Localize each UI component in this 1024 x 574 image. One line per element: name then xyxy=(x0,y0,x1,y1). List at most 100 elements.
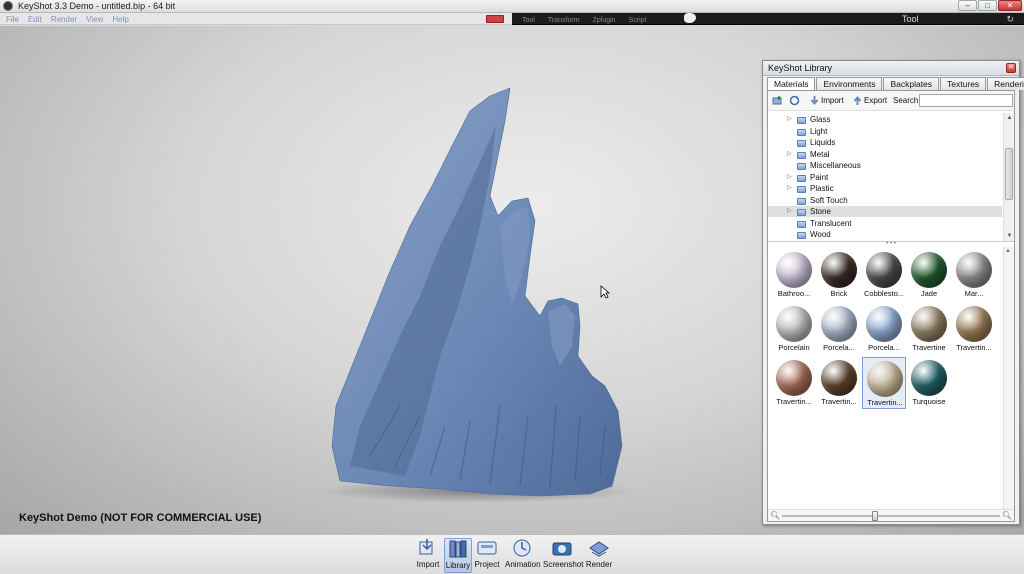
background-menu-strip: File Edit Render View Help xyxy=(0,13,512,25)
tab-backplates[interactable]: Backplates xyxy=(883,77,940,90)
material-label: Porcela... xyxy=(823,343,855,352)
menu-item-edit[interactable]: Edit xyxy=(28,14,42,26)
import-button[interactable]: Import xyxy=(416,538,440,573)
screenshot-button[interactable]: Screenshot xyxy=(543,538,583,573)
tab-environments[interactable]: Environments xyxy=(816,77,883,90)
tab-textures[interactable]: Textures xyxy=(940,77,987,90)
library-toolbar: Import Export Search: xyxy=(768,91,1014,111)
keyshot-logo-icon xyxy=(3,1,13,11)
project-button[interactable]: Project xyxy=(474,538,500,573)
material-thumbnail[interactable]: Travertin... xyxy=(862,357,906,409)
menu-item-file[interactable]: File xyxy=(6,14,19,26)
expand-arrow-icon[interactable]: ▷ xyxy=(787,206,792,217)
add-folder-icon[interactable] xyxy=(772,95,783,106)
material-preview-sphere xyxy=(821,360,857,396)
tree-item-miscellaneous[interactable]: Miscellaneous xyxy=(768,160,1002,171)
tree-item-metal[interactable]: ▷ Metal xyxy=(768,149,1002,160)
tree-item-stone[interactable]: ▷ Stone xyxy=(768,206,1002,217)
material-thumbnail[interactable]: Travertin... xyxy=(817,357,861,409)
library-close-button[interactable]: ✕ xyxy=(1006,63,1016,73)
thumbnails-scrollbar[interactable]: ▲ xyxy=(1003,247,1014,509)
tree-item-label: Glass xyxy=(810,115,831,124)
material-thumbnail[interactable]: Cobblesto... xyxy=(862,249,906,301)
tree-item-light[interactable]: Light xyxy=(768,126,1002,137)
material-label: Travertin... xyxy=(776,397,812,406)
import-arrow-icon[interactable] xyxy=(809,95,820,106)
library-title-bar[interactable]: KeyShot Library ✕ xyxy=(763,61,1019,76)
expand-arrow-icon[interactable]: ▷ xyxy=(787,114,792,125)
tab-materials[interactable]: Materials xyxy=(767,77,816,91)
thumbs-scroll-up-icon[interactable]: ▲ xyxy=(1005,248,1011,254)
menu-item-view[interactable]: View xyxy=(86,14,103,26)
material-label: Turquoise xyxy=(912,397,946,406)
tree-item-plastic[interactable]: ▷ Plastic xyxy=(768,183,1002,194)
tree-scrollbar[interactable]: ▲ ▼ xyxy=(1003,113,1014,241)
render-button[interactable]: Render xyxy=(585,538,613,573)
library-title: KeyShot Library xyxy=(768,63,833,73)
material-thumbnail[interactable]: Turquoise xyxy=(907,357,951,409)
material-thumbnail[interactable]: Mar... xyxy=(952,249,996,301)
material-thumbnail[interactable]: Travertin... xyxy=(952,303,996,355)
material-thumbnail[interactable]: Bathroo... xyxy=(772,249,816,301)
screenshot-icon xyxy=(552,542,572,556)
zoom-out-icon[interactable]: 🔍︎ xyxy=(770,511,780,520)
material-preview-sphere xyxy=(776,360,812,396)
material-label: Jade xyxy=(920,289,938,298)
tree-item-label: Paint xyxy=(810,172,829,182)
export-arrow-icon[interactable] xyxy=(852,95,863,106)
material-preview-sphere xyxy=(776,252,812,288)
material-preview-sphere xyxy=(821,252,857,288)
ribbon-button-label: Render xyxy=(585,560,613,569)
refresh-library-icon[interactable] xyxy=(789,95,800,106)
refresh-icon[interactable]: ↻ xyxy=(1006,13,1014,25)
mouse-cursor-icon xyxy=(600,285,610,299)
thumbnail-size-slider[interactable]: 🔍︎ 🔍︎ xyxy=(768,509,1014,521)
scroll-up-icon[interactable]: ▲ xyxy=(1005,114,1014,123)
menu-item-render[interactable]: Render xyxy=(51,14,77,26)
material-thumbnail[interactable]: Porcelain xyxy=(772,303,816,355)
slider-track[interactable] xyxy=(782,515,1000,517)
panel-splitter[interactable]: • • • xyxy=(768,241,1014,247)
tree-item-liquids[interactable]: Liquids xyxy=(768,137,1002,148)
zoom-in-icon[interactable]: 🔍︎ xyxy=(1002,511,1012,520)
slider-knob[interactable] xyxy=(872,511,878,521)
animation-button[interactable]: Animation xyxy=(505,538,541,573)
material-folder-tree: ▷ Glass Light Liquids ▷ Metal Miscellaneous ▷ Pa… xyxy=(768,113,1014,242)
expand-arrow-icon[interactable]: ▷ xyxy=(787,172,792,183)
ribbon-button-label: Import xyxy=(416,560,440,569)
material-thumbnail[interactable]: Travertine xyxy=(907,303,951,355)
material-thumbnail[interactable]: Jade xyxy=(907,249,951,301)
tree-item-wood[interactable]: Wood xyxy=(768,229,1002,240)
folder-icon xyxy=(797,140,806,147)
material-thumbnails: Bathroo... Brick Cobblesto... Jade Mar... Por… xyxy=(768,247,1014,509)
ribbon-button-label: Animation xyxy=(505,560,541,569)
material-preview-sphere xyxy=(956,306,992,342)
material-thumbnail[interactable]: Travertin... xyxy=(772,357,816,409)
material-thumbnail[interactable]: Porcela... xyxy=(862,303,906,355)
demo-watermark: KeyShot Demo (NOT FOR COMMERCIAL USE) xyxy=(19,512,262,524)
scroll-thumb[interactable] xyxy=(1005,148,1013,200)
maximize-button[interactable]: □ xyxy=(978,0,997,11)
library-button[interactable]: Library xyxy=(444,538,472,573)
tree-item-label: Translucent xyxy=(810,218,852,228)
folder-icon xyxy=(797,232,806,239)
expand-arrow-icon[interactable]: ▷ xyxy=(787,149,792,160)
material-preview-sphere xyxy=(866,252,902,288)
scroll-down-icon[interactable]: ▼ xyxy=(1005,232,1014,241)
tree-item-paint[interactable]: ▷ Paint xyxy=(768,172,1002,183)
menu-item-help[interactable]: Help xyxy=(112,14,128,26)
minimize-button[interactable]: – xyxy=(958,0,977,11)
material-preview-sphere xyxy=(956,252,992,288)
expand-arrow-icon[interactable]: ▷ xyxy=(787,183,792,194)
import-label[interactable]: Import xyxy=(821,96,844,105)
search-input[interactable] xyxy=(919,94,1013,107)
material-thumbnail[interactable]: Porcela... xyxy=(817,303,861,355)
tree-item-soft-touch[interactable]: Soft Touch xyxy=(768,195,1002,206)
material-thumbnail[interactable]: Brick xyxy=(817,249,861,301)
tab-renderings[interactable]: Renderings xyxy=(987,77,1024,90)
export-label[interactable]: Export xyxy=(864,96,887,105)
close-button[interactable]: ✕ xyxy=(998,0,1022,11)
tree-item-translucent[interactable]: Translucent xyxy=(768,218,1002,229)
tree-item-glass[interactable]: ▷ Glass xyxy=(768,114,1002,125)
folder-icon xyxy=(797,128,806,136)
